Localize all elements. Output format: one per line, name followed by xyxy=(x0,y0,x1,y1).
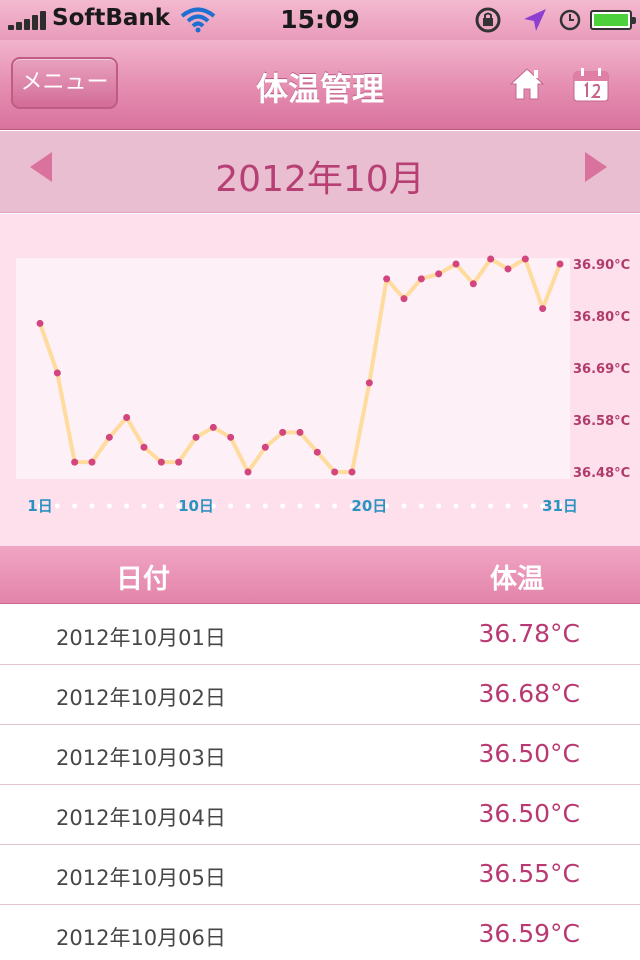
x-axis-dot xyxy=(228,503,234,509)
table-row[interactable]: 2012年10月01日 36.78°C xyxy=(0,605,640,665)
data-point xyxy=(209,423,217,431)
column-header-date: 日付 xyxy=(116,564,170,595)
row-date: 2012年10月05日 xyxy=(56,866,226,890)
y-axis-tick-label: 36.80°C xyxy=(573,310,630,325)
column-header-temperature: 体温 xyxy=(490,564,544,595)
table-row[interactable]: 2012年10月03日 36.50°C xyxy=(0,725,640,785)
x-axis-dot xyxy=(262,503,268,509)
home-icon[interactable] xyxy=(509,67,545,101)
data-point xyxy=(192,433,200,441)
row-temperature: 36.68°C xyxy=(478,679,580,708)
data-point xyxy=(157,458,165,466)
data-point xyxy=(417,275,425,283)
battery-icon xyxy=(590,10,636,30)
x-axis-dot xyxy=(505,503,511,509)
x-axis-dot xyxy=(54,503,60,509)
row-temperature: 36.78°C xyxy=(478,619,580,648)
x-axis-dot xyxy=(158,503,164,509)
row-date: 2012年10月06日 xyxy=(56,926,226,950)
x-axis-dot xyxy=(245,503,251,509)
previous-month-button[interactable] xyxy=(30,152,52,182)
y-axis-tick-label: 36.90°C xyxy=(573,258,630,273)
data-point xyxy=(469,280,477,288)
x-axis-tick-label: 1日 xyxy=(27,497,52,515)
data-point xyxy=(331,468,339,476)
x-axis-dot xyxy=(436,503,442,509)
row-temperature: 36.50°C xyxy=(478,739,580,768)
x-axis-dot xyxy=(332,503,338,509)
data-point xyxy=(261,443,269,451)
data-point xyxy=(383,275,391,283)
x-axis-dot xyxy=(401,503,407,509)
y-axis-tick-label: 36.58°C xyxy=(573,414,630,429)
month-selector: 2012年10月 xyxy=(0,131,640,213)
data-point xyxy=(452,260,460,268)
data-point xyxy=(227,433,235,441)
alarm-icon xyxy=(559,9,581,31)
data-point xyxy=(521,255,529,263)
temperature-chart-svg: 36.90°C 36.80°C 36.69°C 36.58°C 36.48°C 1日 10日… xyxy=(16,255,630,515)
table-row[interactable]: 2012年10月05日 36.55°C xyxy=(0,845,640,905)
x-axis-dot xyxy=(141,503,147,509)
x-axis-dot xyxy=(72,503,78,509)
row-date: 2012年10月02日 xyxy=(56,686,226,710)
row-date: 2012年10月04日 xyxy=(56,806,226,830)
data-point xyxy=(88,458,96,466)
x-axis-dot xyxy=(314,503,320,509)
data-point xyxy=(279,428,287,436)
data-point xyxy=(539,305,547,313)
y-axis-tick-label: 36.69°C xyxy=(573,362,630,377)
data-point xyxy=(313,448,321,456)
x-axis-dot xyxy=(418,503,424,509)
month-label: 2012年10月 xyxy=(215,159,425,200)
next-month-button[interactable] xyxy=(585,152,607,182)
x-axis-dot xyxy=(124,503,130,509)
x-axis-tick-label: 31日 xyxy=(542,497,578,515)
table-header: 日付 体温 xyxy=(0,546,640,604)
data-point xyxy=(53,369,61,377)
data-point xyxy=(487,255,495,263)
data-point xyxy=(556,260,564,268)
x-axis-dot xyxy=(280,503,286,509)
rotation-lock-icon xyxy=(475,7,501,33)
temperature-list: 2012年10月01日 36.78°C 2012年10月02日 36.68°C … xyxy=(0,605,640,960)
data-point xyxy=(504,265,512,273)
navigation-bar: メニュー 体温管理 xyxy=(0,40,640,130)
table-row[interactable]: 2012年10月02日 36.68°C xyxy=(0,665,640,725)
data-point xyxy=(435,270,443,278)
data-point xyxy=(400,295,408,303)
row-temperature: 36.55°C xyxy=(478,859,580,888)
row-temperature: 36.59°C xyxy=(478,919,580,948)
x-axis-dot xyxy=(297,503,303,509)
x-axis-dot xyxy=(89,503,95,509)
data-point xyxy=(140,443,148,451)
data-point xyxy=(175,458,183,466)
y-axis-tick-label: 36.48°C xyxy=(573,466,630,481)
x-axis-tick-label: 10日 xyxy=(178,497,214,515)
temperature-chart: 36.90°C 36.80°C 36.69°C 36.58°C 36.48°C 1日 10日… xyxy=(0,214,640,546)
data-point xyxy=(244,468,252,476)
chart-plot-area xyxy=(16,258,570,479)
data-point xyxy=(348,468,356,476)
status-bar: SoftBank 15:09 xyxy=(0,0,640,40)
row-temperature: 36.50°C xyxy=(478,799,580,828)
x-axis-dot xyxy=(488,503,494,509)
table-row[interactable]: 2012年10月04日 36.50°C xyxy=(0,785,640,845)
x-axis-dot xyxy=(453,503,459,509)
table-row[interactable]: 2012年10月06日 36.59°C xyxy=(0,905,640,960)
x-axis-dot xyxy=(470,503,476,509)
x-axis-dot xyxy=(522,503,528,509)
row-date: 2012年10月03日 xyxy=(56,746,226,770)
x-axis-tick-label: 20日 xyxy=(351,497,387,515)
data-point xyxy=(36,319,44,327)
data-point xyxy=(365,379,373,387)
x-axis-dot xyxy=(106,503,112,509)
data-point xyxy=(105,433,113,441)
location-icon xyxy=(524,9,546,31)
data-point xyxy=(71,458,79,466)
data-point xyxy=(123,414,131,422)
data-point xyxy=(296,428,304,436)
row-date: 2012年10月01日 xyxy=(56,626,226,650)
calendar-icon[interactable] xyxy=(572,67,610,103)
